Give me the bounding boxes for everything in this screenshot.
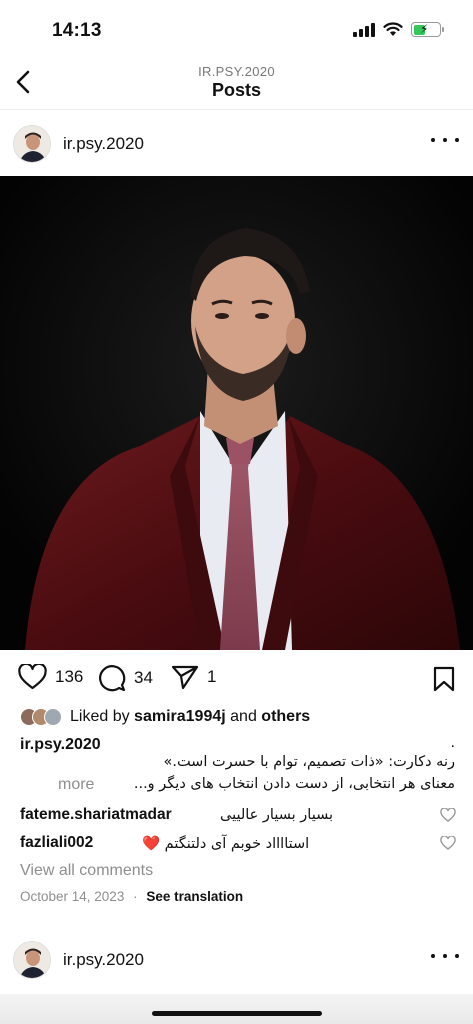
wifi-icon xyxy=(383,22,403,36)
comment-text: بسیار بسیار عالییی xyxy=(220,807,334,823)
like-action[interactable]: 136 xyxy=(18,664,83,690)
see-translation-link[interactable]: See translation xyxy=(146,889,243,904)
liker-avatars xyxy=(20,708,62,726)
header-username: IR.PSY.2020 xyxy=(198,64,275,79)
avatar[interactable] xyxy=(13,125,51,163)
cellular-signal-icon xyxy=(353,22,375,37)
liked-by-text: Liked by samira1994j and others xyxy=(70,708,311,725)
portrait-image xyxy=(0,176,473,650)
post-username[interactable]: ir.psy.2020 xyxy=(63,134,144,154)
liked-by-user[interactable]: samira1994j xyxy=(134,708,226,725)
comment-row: fazliali002 استااااد خوبم آی دلتنگتم ❤️ xyxy=(20,834,456,856)
shares-count[interactable]: 1 xyxy=(207,667,216,687)
likes-count[interactable]: 136 xyxy=(55,667,83,687)
caption-dot: . xyxy=(450,734,455,751)
post-username[interactable]: ir.psy.2020 xyxy=(63,950,144,970)
page-header: IR.PSY.2020 Posts xyxy=(0,58,473,110)
comment-action[interactable]: 34 xyxy=(98,664,153,692)
post-photo[interactable] xyxy=(0,176,473,650)
post-date: October 14, 2023 xyxy=(20,889,125,904)
home-indicator[interactable] xyxy=(152,1011,322,1016)
avatar[interactable] xyxy=(13,941,51,979)
comment-text: استااااد خوبم آی دلتنگتم ❤️ xyxy=(142,836,310,852)
comment-like-icon[interactable] xyxy=(440,836,456,850)
comment-username[interactable]: fazliali002 xyxy=(20,834,93,852)
save-button[interactable] xyxy=(433,666,455,697)
post-actions: 136 34 1 xyxy=(0,660,473,700)
status-time: 14:13 xyxy=(52,20,102,41)
comment-username[interactable]: fateme.shariatmadar xyxy=(20,806,172,824)
next-post-header: ir.psy.2020 xyxy=(0,928,473,990)
post-date-line: October 14, 2023 · See translation xyxy=(20,889,244,904)
liked-by-others[interactable]: others xyxy=(261,708,310,725)
battery-icon: ⚡ xyxy=(411,22,444,37)
comment-like-icon[interactable] xyxy=(440,808,456,822)
share-action[interactable]: 1 xyxy=(171,664,216,690)
next-post-photo[interactable] xyxy=(0,994,473,1024)
paper-plane-icon[interactable] xyxy=(171,664,199,690)
comments-count[interactable]: 34 xyxy=(134,668,153,688)
bookmark-icon[interactable] xyxy=(433,666,455,692)
liked-by-row[interactable]: Liked by samira1994j and others xyxy=(20,708,310,726)
status-bar: 14:13 ⚡ xyxy=(0,0,473,58)
view-all-comments-link[interactable]: View all comments xyxy=(20,862,153,880)
comment-row: fateme.shariatmadar بسیار بسیار عالییی xyxy=(20,806,456,828)
comment-bubble-icon[interactable] xyxy=(98,664,126,692)
caption-text-line2: معنای هر انتخابی، از دست دادن انتخاب های… xyxy=(133,776,455,792)
caption-more-link[interactable]: more xyxy=(58,776,94,794)
more-options-button[interactable] xyxy=(431,946,459,966)
post-header: ir.psy.2020 xyxy=(0,112,473,174)
more-options-button[interactable] xyxy=(431,130,459,150)
caption-username[interactable]: ir.psy.2020 xyxy=(20,736,101,754)
caption-text-line1: رنه دکارت: «ذات تصمیم، توام با حسرت است.… xyxy=(163,754,455,770)
page-title: Posts xyxy=(211,80,262,100)
status-icons: ⚡ xyxy=(353,22,444,37)
heart-icon[interactable] xyxy=(18,664,47,690)
